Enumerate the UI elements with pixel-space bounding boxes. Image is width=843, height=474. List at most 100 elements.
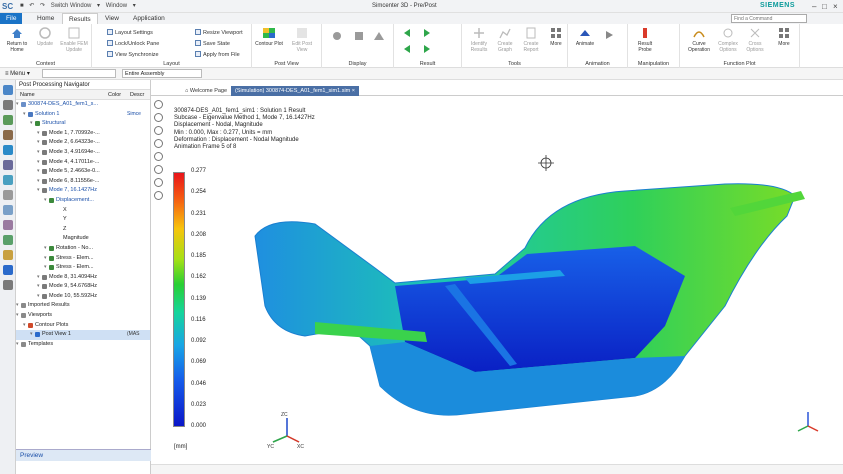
tree-row[interactable]: ▾ Stress - Elem... xyxy=(16,263,150,273)
tree-expand-icon[interactable]: ▾ xyxy=(37,158,40,168)
complex-options-button[interactable]: Complex Options xyxy=(714,26,742,53)
clock-icon[interactable] xyxy=(2,250,13,260)
tree-expand-icon[interactable]: ▾ xyxy=(37,138,40,148)
tree-row[interactable]: ▾ Solution 1 Simce xyxy=(16,110,150,120)
column-color[interactable]: Color xyxy=(108,92,121,98)
tree-expand-icon[interactable]: ▾ xyxy=(37,282,40,292)
save-icon[interactable]: ■ xyxy=(20,3,24,9)
fit-view-icon[interactable] xyxy=(153,100,163,109)
preview-panel-header[interactable]: Preview xyxy=(16,449,151,461)
prev-result-button[interactable] xyxy=(400,42,414,57)
tree-expand-icon[interactable]: ▾ xyxy=(37,177,40,187)
edit-post-view-button[interactable]: Edit Post View xyxy=(286,26,318,53)
tree-expand-icon[interactable]: ▾ xyxy=(44,196,47,206)
tree-expand-icon[interactable]: ▾ xyxy=(30,330,33,340)
tree-expand-icon[interactable]: ▾ xyxy=(16,340,19,350)
column-description[interactable]: Descr xyxy=(130,92,144,98)
tree-expand-icon[interactable]: ▾ xyxy=(37,186,40,196)
command-search-input[interactable] xyxy=(731,14,807,23)
enable-fem-update-button[interactable]: Enable FEM Update xyxy=(58,26,90,53)
curve-operation-button[interactable]: Curve Operation xyxy=(684,26,714,53)
lock-unlock-pane-item[interactable]: Lock/Unlock Pane xyxy=(107,40,159,47)
contour-plot-button[interactable]: Contour Plot xyxy=(254,26,284,47)
scope-select[interactable]: Entire Assembly xyxy=(122,69,202,78)
view-synchronize-item[interactable]: View Synchronize xyxy=(107,51,159,58)
tree-row[interactable]: Y xyxy=(16,215,150,225)
tree-expand-icon[interactable]: ▾ xyxy=(37,292,40,302)
navigator-icon[interactable] xyxy=(2,85,13,95)
roles-view-icon[interactable] xyxy=(2,280,13,290)
roles-icon[interactable] xyxy=(2,160,13,170)
tree-row[interactable]: ▾ 300874-DES_A01_fem1_s... xyxy=(16,100,150,110)
orient-view-icon[interactable] xyxy=(153,152,163,161)
tree-expand-icon[interactable]: ▾ xyxy=(16,311,19,321)
reuse-library-icon[interactable] xyxy=(2,130,13,140)
tab-application[interactable]: Application xyxy=(127,13,171,24)
tree-expand-icon[interactable]: ▾ xyxy=(16,100,19,110)
create-graph-button[interactable]: Create Graph xyxy=(492,26,518,53)
tree-row[interactable]: ▾ Mode 7, 16.1427Hz xyxy=(16,186,150,196)
tree-row[interactable]: ▾ Mode 5, 2.4663e-0... xyxy=(16,167,150,177)
identify-results-button[interactable]: Identify Results xyxy=(464,26,494,53)
tree-row[interactable]: ▾ Contour Plots xyxy=(16,321,150,331)
tree-expand-icon[interactable]: ▾ xyxy=(16,301,19,311)
tree-row[interactable]: ▾ Post View 1 (MAS xyxy=(16,330,150,340)
render-style-icon[interactable] xyxy=(153,165,163,174)
tree-expand-icon[interactable]: ▾ xyxy=(44,244,47,254)
tab-results[interactable]: Results xyxy=(62,13,98,24)
cross-options-button[interactable]: Cross Options xyxy=(742,26,768,53)
palette-icon[interactable] xyxy=(2,190,13,200)
column-name[interactable]: Name xyxy=(20,92,35,98)
tree-expand-icon[interactable]: ▾ xyxy=(37,129,40,139)
more-function-button[interactable]: More xyxy=(772,26,796,47)
display-option-2-button[interactable] xyxy=(352,29,366,44)
tree-expand-icon[interactable]: ▾ xyxy=(44,254,47,264)
tab-welcome-page[interactable]: ⌂ Welcome Page xyxy=(181,86,231,96)
tree-row[interactable]: Magnitude xyxy=(16,234,150,244)
pan-icon[interactable] xyxy=(153,139,163,148)
tree-expand-icon[interactable]: ▾ xyxy=(37,148,40,158)
tree-row[interactable]: ▾ Mode 3, 4.91694e-... xyxy=(16,148,150,158)
minimize-icon[interactable]: – xyxy=(812,2,816,11)
tree-expand-icon[interactable]: ▾ xyxy=(44,263,47,273)
tree-row[interactable]: ▾ Mode 9, 54.6768Hz xyxy=(16,282,150,292)
system-materials-icon[interactable] xyxy=(2,175,13,185)
tree-row[interactable]: ▾ Displacement... xyxy=(16,196,150,206)
tree-row[interactable]: ▾ Templates xyxy=(16,340,150,350)
display-option-3-button[interactable] xyxy=(372,29,386,44)
tab-file[interactable]: File xyxy=(0,13,23,24)
tree-row[interactable]: ▾ Mode 8, 31.4094Hz xyxy=(16,273,150,283)
show-hide-icon[interactable] xyxy=(153,191,163,200)
tree-row[interactable]: ▾ Viewports xyxy=(16,311,150,321)
window-menu[interactable]: Window ▾ xyxy=(106,3,136,9)
undo-icon[interactable]: ↶ xyxy=(29,3,34,9)
layout-settings-item[interactable]: Layout Settings xyxy=(107,29,153,36)
tree-row[interactable]: ▾ Mode 2, 6.64323e-... xyxy=(16,138,150,148)
tree-expand-icon[interactable]: ▾ xyxy=(37,167,40,177)
tree-expand-icon[interactable]: ▾ xyxy=(37,273,40,283)
tree-expand-icon[interactable]: ▾ xyxy=(30,119,33,129)
tree-row[interactable]: ▾ Mode 4, 4.17011e-... xyxy=(16,158,150,168)
animate-button[interactable]: Animate xyxy=(572,26,598,47)
more-tools-button[interactable]: More xyxy=(546,26,566,47)
tree-row[interactable]: ▾ Mode 10, 55.592Hz xyxy=(16,292,150,302)
assembly-navigator-icon[interactable] xyxy=(2,235,13,245)
tree-row[interactable]: Z xyxy=(16,225,150,235)
update-button[interactable]: Update xyxy=(32,26,58,47)
layers-icon[interactable] xyxy=(2,205,13,215)
menu-button[interactable]: ≡ Menu ▾ xyxy=(5,70,30,77)
display-option-1-button[interactable] xyxy=(330,29,344,44)
tree-row[interactable]: ▾ Rotation - No... xyxy=(16,244,150,254)
return-home-button[interactable]: Return to Home xyxy=(2,26,32,53)
history-icon[interactable] xyxy=(2,100,13,110)
close-icon[interactable]: × xyxy=(833,2,838,11)
next-result-button[interactable] xyxy=(420,26,434,41)
save-state-item[interactable]: Save State xyxy=(195,40,230,47)
create-report-button[interactable]: Create Report xyxy=(518,26,544,53)
redo-icon[interactable]: ↷ xyxy=(40,3,45,9)
tree-row[interactable]: ▾ Mode 6, 8.11556e-... xyxy=(16,177,150,187)
tree-expand-icon[interactable]: ▾ xyxy=(23,110,26,120)
web-browser-icon[interactable] xyxy=(2,145,13,155)
tab-simulation[interactable]: (Simulation) 300874-DES_A01_fem1_sim1.si… xyxy=(231,86,359,96)
resize-viewport-item[interactable]: Resize Viewport xyxy=(195,29,243,36)
